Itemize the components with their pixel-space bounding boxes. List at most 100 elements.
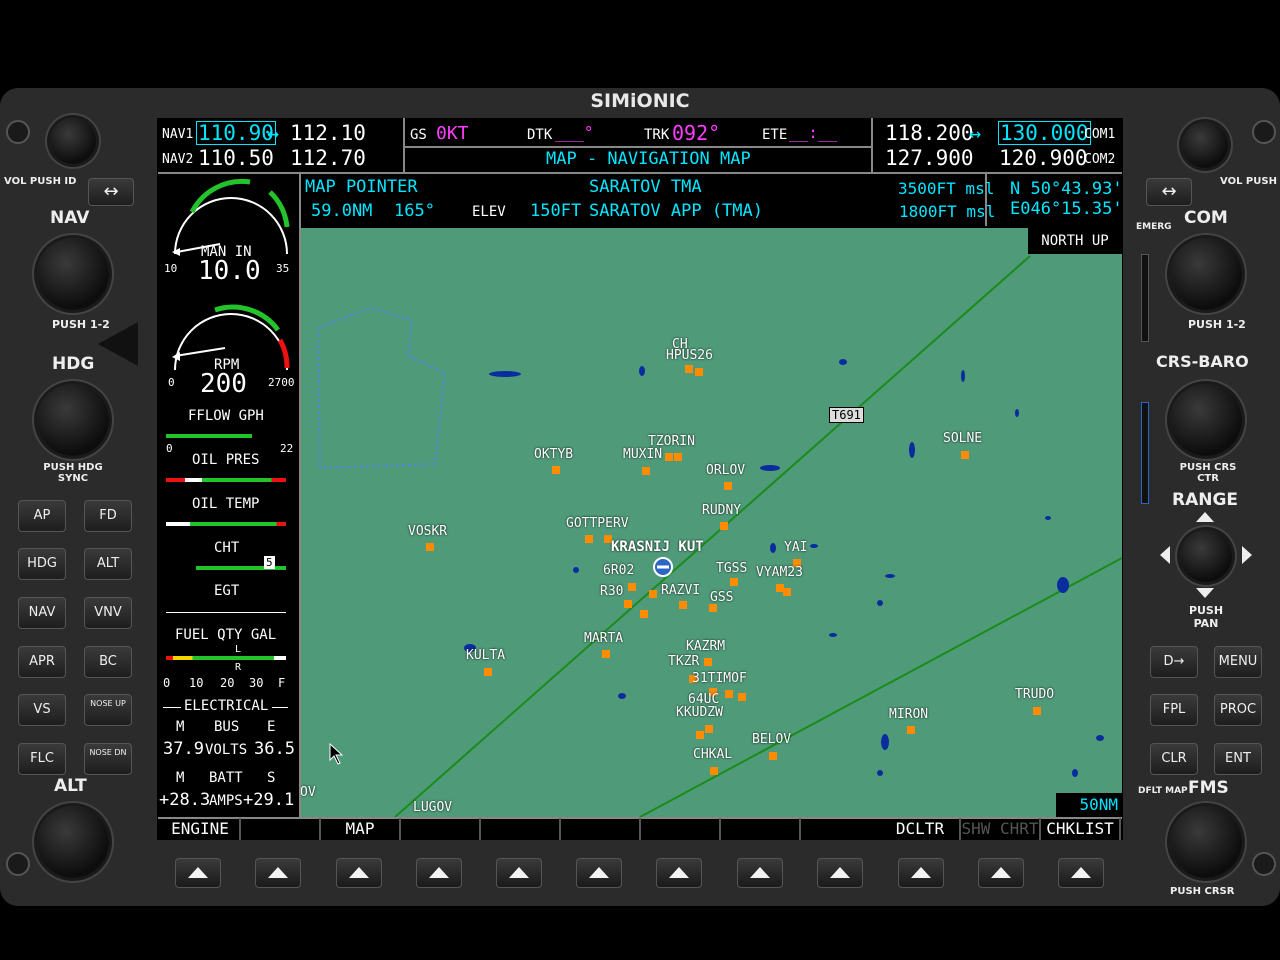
push-pan-label: PUSH PAN bbox=[1188, 604, 1224, 630]
com1-standby-frequency[interactable]: 130.000 bbox=[998, 121, 1091, 145]
com-knob[interactable] bbox=[1170, 238, 1242, 310]
com1-active-frequency[interactable]: 118.200 bbox=[885, 121, 974, 145]
trk-label: TRK bbox=[644, 127, 670, 143]
softkey-label-map: MAP bbox=[321, 818, 401, 840]
waypoint-symbol[interactable] bbox=[769, 752, 777, 760]
vs-button[interactable]: VS bbox=[18, 694, 66, 726]
waypoint-symbol[interactable] bbox=[695, 368, 703, 376]
airspace-boundary bbox=[316, 306, 447, 469]
waypoint-symbol[interactable] bbox=[709, 604, 717, 612]
waypoint-symbol[interactable] bbox=[642, 467, 650, 475]
nose-dn-button[interactable]: NOSE DN bbox=[84, 743, 132, 775]
waypoint-label: MUXIN bbox=[623, 447, 663, 462]
vol-sq-knob[interactable] bbox=[1182, 122, 1228, 168]
menu-button[interactable]: MENU bbox=[1214, 646, 1262, 678]
com2-active-frequency[interactable]: 127.900 bbox=[885, 146, 974, 170]
waypoint-symbol[interactable] bbox=[426, 543, 434, 551]
nav2-standby-frequency[interactable]: 112.70 bbox=[290, 146, 366, 170]
waypoint-symbol[interactable] bbox=[685, 365, 693, 373]
waypoint-label: LUGOV bbox=[413, 800, 453, 815]
fuel-flow-label: FFLOW GPH bbox=[188, 408, 264, 424]
softkey-2-button[interactable] bbox=[255, 858, 301, 888]
waypoint-symbol[interactable] bbox=[725, 690, 733, 698]
waypoint-symbol[interactable] bbox=[649, 590, 657, 598]
ete-value: __:__ bbox=[789, 123, 838, 142]
waypoint-symbol[interactable] bbox=[783, 588, 791, 596]
softkey-label-4 bbox=[401, 818, 481, 840]
nav-swap-button[interactable]: ↔ bbox=[88, 178, 134, 206]
alt-button[interactable]: ALT bbox=[84, 548, 132, 580]
softkey-label-6 bbox=[561, 818, 641, 840]
egt-scale bbox=[166, 612, 286, 613]
hdg-button[interactable]: HDG bbox=[18, 548, 66, 580]
nav-knob[interactable] bbox=[37, 238, 109, 310]
direct-to-button[interactable]: D→ bbox=[1150, 646, 1198, 678]
waypoint-symbol[interactable] bbox=[907, 726, 915, 734]
fpl-button[interactable]: FPL bbox=[1150, 694, 1198, 726]
alt-knob[interactable] bbox=[37, 806, 109, 878]
hdg-label: HDG bbox=[52, 354, 95, 374]
softkey-6-button[interactable] bbox=[576, 858, 622, 888]
crs-baro-knob[interactable] bbox=[1170, 384, 1242, 456]
brand-logo: SIMiONIC bbox=[590, 90, 690, 112]
waypoint-symbol[interactable] bbox=[738, 693, 746, 701]
softkey-7-button[interactable] bbox=[656, 858, 702, 888]
waypoint-symbol[interactable] bbox=[1033, 707, 1041, 715]
range-pan-knob[interactable] bbox=[1180, 530, 1232, 582]
waypoint-symbol[interactable] bbox=[624, 600, 632, 608]
waypoint-symbol[interactable] bbox=[961, 451, 969, 459]
waypoint-symbol[interactable] bbox=[640, 610, 648, 618]
fd-button[interactable]: FD bbox=[84, 500, 132, 532]
softkey-5-button[interactable] bbox=[496, 858, 542, 888]
waypoint-symbol[interactable] bbox=[679, 601, 687, 609]
softkey-8-button[interactable] bbox=[737, 858, 783, 888]
softkey-3-button[interactable] bbox=[336, 858, 382, 888]
waypoint-symbol[interactable] bbox=[730, 578, 738, 586]
amps-label: AMPS bbox=[209, 793, 243, 809]
waypoint-label: YAI bbox=[784, 540, 808, 555]
waypoint-symbol[interactable] bbox=[585, 535, 593, 543]
waypoint-symbol[interactable] bbox=[665, 453, 673, 461]
bc-button[interactable]: BC bbox=[84, 646, 132, 678]
clr-button[interactable]: CLR bbox=[1150, 743, 1198, 775]
ap-button[interactable]: AP bbox=[18, 500, 66, 532]
waypoint-symbol[interactable] bbox=[602, 650, 610, 658]
com-swap-button[interactable]: ↔ bbox=[1146, 178, 1192, 206]
nav-divider bbox=[403, 118, 405, 172]
nav1-active-frequency[interactable]: 110.90 bbox=[196, 121, 276, 145]
softkey-label-5 bbox=[481, 818, 561, 840]
waypoint-symbol[interactable] bbox=[484, 668, 492, 676]
softkey-1-button[interactable] bbox=[175, 858, 221, 888]
softkey-9-button[interactable] bbox=[817, 858, 863, 888]
nose-up-button[interactable]: NOSE UP bbox=[84, 694, 132, 726]
fms-knob[interactable] bbox=[1170, 806, 1242, 878]
waypoint-symbol[interactable] bbox=[628, 583, 636, 591]
apr-button[interactable]: APR bbox=[18, 646, 66, 678]
softkey-4-button[interactable] bbox=[416, 858, 462, 888]
waypoint-symbol[interactable] bbox=[696, 731, 704, 739]
flc-button[interactable]: FLC bbox=[18, 743, 66, 775]
orientation-label[interactable]: NORTH UP bbox=[1028, 228, 1122, 254]
waypoint-symbol[interactable] bbox=[552, 466, 560, 474]
ent-button[interactable]: ENT bbox=[1214, 743, 1262, 775]
com-label: COM bbox=[1184, 208, 1228, 228]
waypoint-symbol[interactable] bbox=[704, 658, 712, 666]
vol-id-knob[interactable] bbox=[50, 118, 96, 164]
waypoint-symbol[interactable] bbox=[705, 725, 713, 733]
vnv-button[interactable]: VNV bbox=[84, 597, 132, 629]
nav-button[interactable]: NAV bbox=[18, 597, 66, 629]
fuel-tick-20: 20 bbox=[220, 676, 235, 690]
nav2-active-frequency[interactable]: 110.50 bbox=[198, 146, 274, 170]
nav1-standby-frequency[interactable]: 112.10 bbox=[290, 121, 366, 145]
waypoint-symbol[interactable] bbox=[720, 522, 728, 530]
hdg-knob[interactable] bbox=[37, 384, 109, 456]
softkey-11-button[interactable] bbox=[978, 858, 1024, 888]
softkey-12-button[interactable] bbox=[1058, 858, 1104, 888]
softkey-10-button[interactable] bbox=[898, 858, 944, 888]
waypoint-symbol[interactable] bbox=[724, 482, 732, 490]
waypoint-symbol[interactable] bbox=[710, 767, 718, 775]
com2-standby-frequency[interactable]: 120.900 bbox=[999, 146, 1088, 170]
proc-button[interactable]: PROC bbox=[1214, 694, 1262, 726]
navigation-map[interactable]: NORTH UP 50NM T691 CH HPUS26 TZORIN OKTY… bbox=[300, 228, 1122, 817]
waypoint-symbol[interactable] bbox=[674, 453, 682, 461]
